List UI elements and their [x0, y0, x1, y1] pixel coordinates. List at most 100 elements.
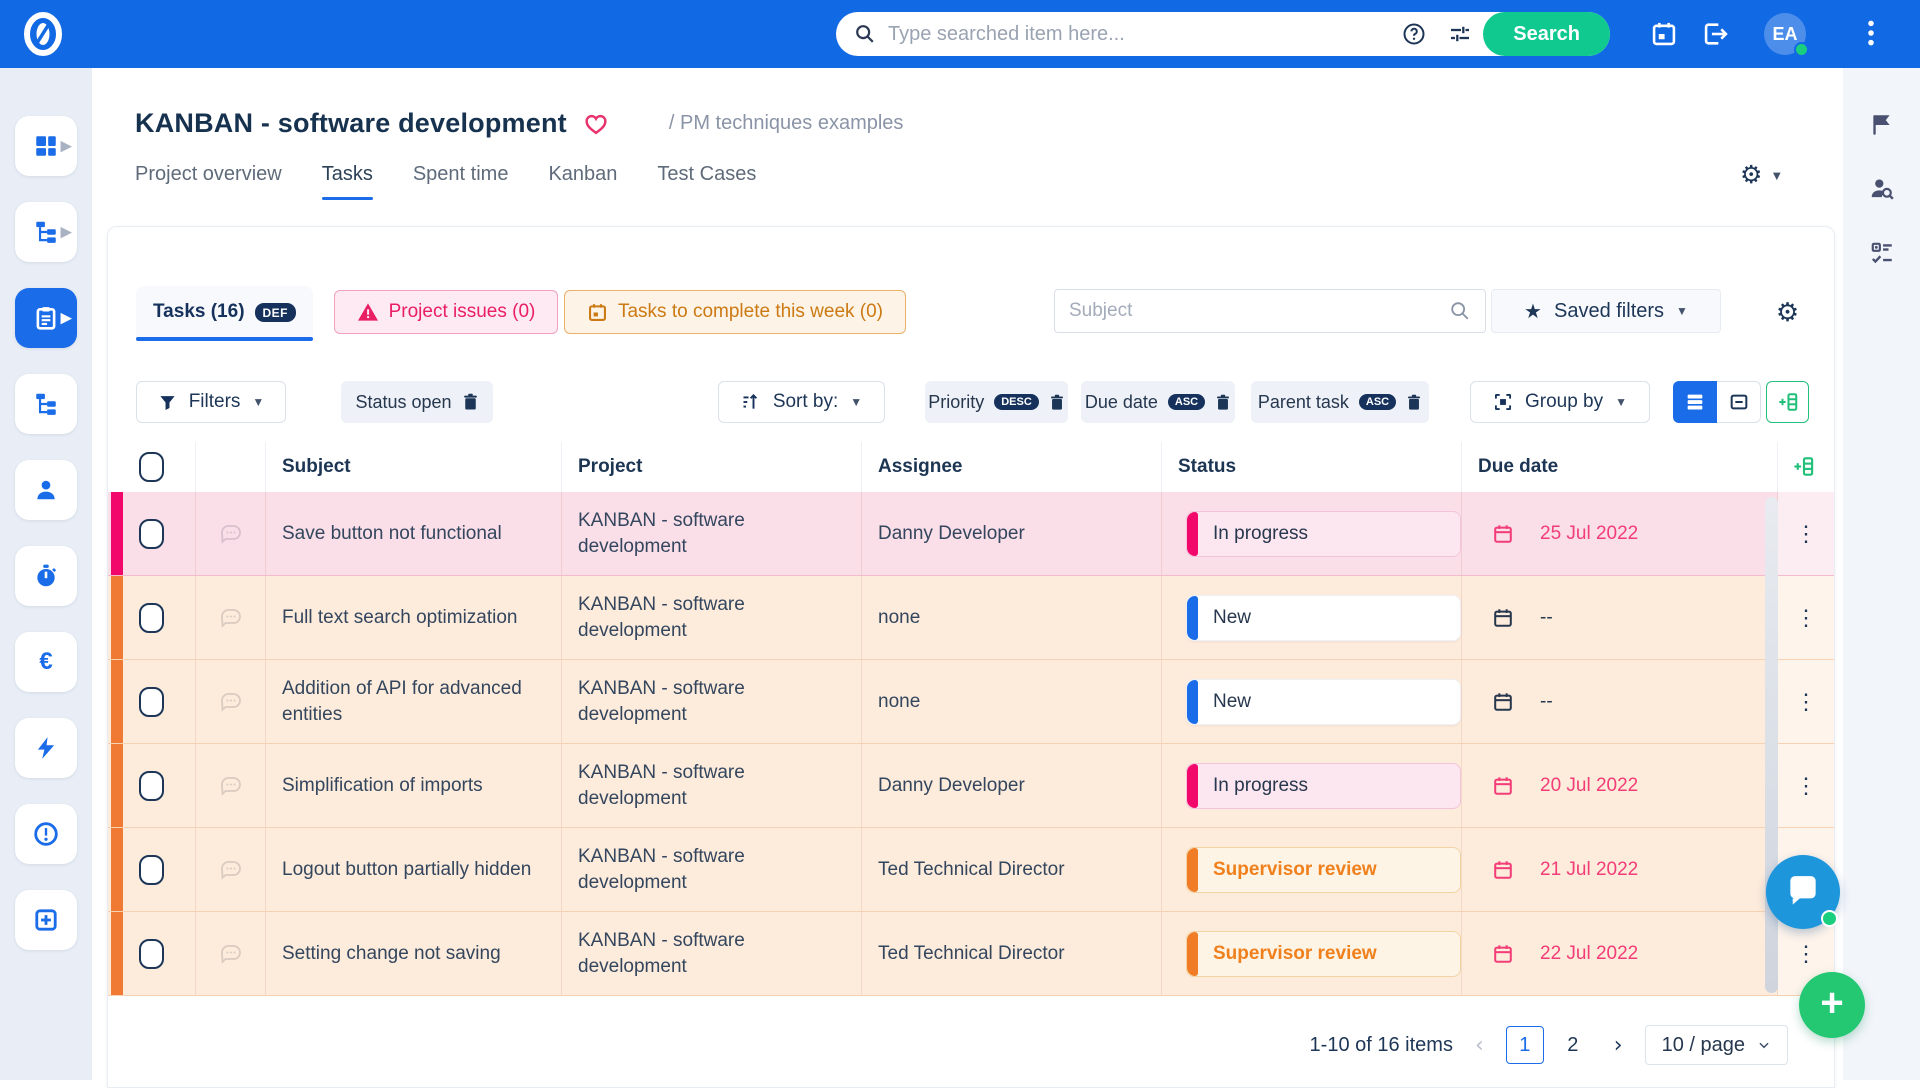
- add-column-button[interactable]: [1766, 381, 1809, 423]
- status-filter-chip[interactable]: Status open: [341, 381, 493, 423]
- table-row[interactable]: Full text search optimization KANBAN - s…: [108, 576, 1834, 660]
- page-settings-button[interactable]: ⚙▼: [1740, 160, 1783, 190]
- task-subject[interactable]: Addition of API for advanced entities: [282, 676, 561, 727]
- sidebar-item-euro[interactable]: €: [15, 632, 77, 692]
- task-subject[interactable]: Simplification of imports: [282, 773, 503, 799]
- sort-chip-parent-task[interactable]: Parent taskASC: [1251, 381, 1429, 423]
- comment-icon[interactable]: [219, 859, 243, 881]
- list-view-button[interactable]: [1673, 381, 1717, 423]
- remove-sort-icon[interactable]: [1215, 394, 1231, 411]
- comment-icon[interactable]: [219, 607, 243, 629]
- breadcrumb[interactable]: / PM techniques examples: [669, 112, 904, 135]
- table-row[interactable]: Save button not functional KANBAN - soft…: [108, 492, 1834, 576]
- app-logo-icon[interactable]: [20, 11, 66, 57]
- checklist-icon[interactable]: [1869, 240, 1895, 266]
- tab-spent-time[interactable]: Spent time: [413, 163, 509, 198]
- table-row[interactable]: Simplification of imports KANBAN - softw…: [108, 744, 1834, 828]
- sort-chip-due-date[interactable]: Due dateASC: [1081, 381, 1235, 423]
- global-search-input[interactable]: [888, 23, 1391, 46]
- table-row[interactable]: Setting change not saving KANBAN - softw…: [108, 912, 1834, 996]
- row-menu-button[interactable]: ⋮: [1795, 941, 1817, 967]
- comment-icon[interactable]: [219, 523, 243, 545]
- tab-tasks[interactable]: Tasks: [322, 163, 373, 198]
- help-icon[interactable]: [1402, 22, 1426, 46]
- task-project[interactable]: KANBAN - software development: [578, 508, 861, 559]
- saved-filters-button[interactable]: ★ Saved filters ▼: [1491, 289, 1721, 333]
- task-subject[interactable]: Setting change not saving: [282, 941, 521, 967]
- page-button-2[interactable]: 2: [1554, 1026, 1592, 1064]
- subject-filter-input[interactable]: [1069, 300, 1449, 322]
- row-checkbox[interactable]: [139, 519, 164, 549]
- tab-kanban[interactable]: Kanban: [548, 163, 617, 198]
- chat-widget-button[interactable]: [1766, 855, 1840, 929]
- filters-button[interactable]: Filters ▼: [136, 381, 286, 423]
- sidebar-item-plus-square[interactable]: [15, 890, 77, 950]
- row-menu-button[interactable]: ⋮: [1795, 773, 1817, 799]
- task-project[interactable]: KANBAN - software development: [578, 844, 861, 895]
- table-scrollbar[interactable]: [1765, 497, 1778, 993]
- sidebar-item-tree[interactable]: [15, 374, 77, 434]
- sidebar-item-dashboard[interactable]: ▶: [15, 116, 77, 176]
- filter-tab-tasks[interactable]: Tasks (16) DEF: [136, 286, 313, 338]
- next-page-button[interactable]: ›: [1614, 1033, 1623, 1058]
- status-badge[interactable]: In progress: [1186, 511, 1461, 557]
- sidebar-item-alert[interactable]: [15, 804, 77, 864]
- log-time-icon[interactable]: [1702, 20, 1730, 48]
- column-header-project[interactable]: Project: [562, 442, 862, 492]
- column-header-assignee[interactable]: Assignee: [862, 442, 1162, 492]
- flag-icon[interactable]: [1869, 112, 1895, 138]
- user-search-icon[interactable]: [1869, 176, 1895, 202]
- task-project[interactable]: KANBAN - software development: [578, 760, 861, 811]
- task-subject[interactable]: Full text search optimization: [282, 605, 538, 631]
- task-project[interactable]: KANBAN - software development: [578, 928, 861, 979]
- row-checkbox[interactable]: [139, 855, 164, 885]
- column-header-subject[interactable]: Subject: [266, 442, 562, 492]
- status-badge[interactable]: New: [1186, 679, 1461, 725]
- tab-project-overview[interactable]: Project overview: [135, 163, 282, 198]
- comment-icon[interactable]: [219, 775, 243, 797]
- sidebar-item-bolt[interactable]: [15, 718, 77, 778]
- group-by-button[interactable]: Group by ▼: [1470, 381, 1650, 423]
- sidebar-item-stopwatch[interactable]: [15, 546, 77, 606]
- status-badge[interactable]: Supervisor review: [1186, 931, 1461, 977]
- row-checkbox[interactable]: [139, 771, 164, 801]
- status-badge[interactable]: In progress: [1186, 763, 1461, 809]
- row-checkbox[interactable]: [139, 603, 164, 633]
- task-subject[interactable]: Save button not functional: [282, 521, 522, 547]
- status-badge[interactable]: New: [1186, 595, 1461, 641]
- page-button-1[interactable]: 1: [1506, 1026, 1544, 1064]
- search-settings-icon[interactable]: [1448, 22, 1472, 46]
- column-header-due-date[interactable]: Due date: [1462, 442, 1778, 492]
- sidebar-item-person[interactable]: [15, 460, 77, 520]
- column-header-status[interactable]: Status: [1162, 442, 1462, 492]
- row-checkbox[interactable]: [139, 687, 164, 717]
- row-menu-button[interactable]: ⋮: [1795, 521, 1817, 547]
- filter-tab-project-issues[interactable]: Project issues (0): [334, 290, 558, 334]
- calendar-icon[interactable]: [1650, 20, 1678, 48]
- create-new-button[interactable]: +: [1799, 972, 1865, 1038]
- sort-by-button[interactable]: Sort by: ▼: [718, 381, 885, 423]
- task-subject[interactable]: Logout button partially hidden: [282, 857, 551, 883]
- compact-view-button[interactable]: [1717, 381, 1761, 423]
- remove-filter-icon[interactable]: [462, 393, 479, 411]
- sort-chip-priority[interactable]: PriorityDESC: [925, 381, 1068, 423]
- favorite-heart-icon[interactable]: [583, 112, 609, 136]
- avatar[interactable]: EA: [1764, 13, 1806, 55]
- per-page-select[interactable]: 10 / page: [1645, 1025, 1788, 1065]
- sidebar-item-clipboard-active[interactable]: ▶: [15, 288, 77, 348]
- more-menu-icon[interactable]: [1858, 18, 1884, 48]
- row-checkbox[interactable]: [139, 939, 164, 969]
- comment-icon[interactable]: [219, 691, 243, 713]
- comment-icon[interactable]: [219, 943, 243, 965]
- prev-page-button[interactable]: ‹: [1475, 1033, 1484, 1058]
- task-project[interactable]: KANBAN - software development: [578, 592, 861, 643]
- remove-sort-icon[interactable]: [1406, 394, 1422, 411]
- table-row[interactable]: Addition of API for advanced entities KA…: [108, 660, 1834, 744]
- search-button[interactable]: Search: [1483, 12, 1610, 56]
- row-menu-button[interactable]: ⋮: [1795, 605, 1817, 631]
- status-badge[interactable]: Supervisor review: [1186, 847, 1461, 893]
- select-all-checkbox[interactable]: [139, 452, 164, 482]
- sidebar-item-tree[interactable]: ▶: [15, 202, 77, 262]
- tab-test-cases[interactable]: Test Cases: [657, 163, 756, 198]
- row-menu-button[interactable]: ⋮: [1795, 689, 1817, 715]
